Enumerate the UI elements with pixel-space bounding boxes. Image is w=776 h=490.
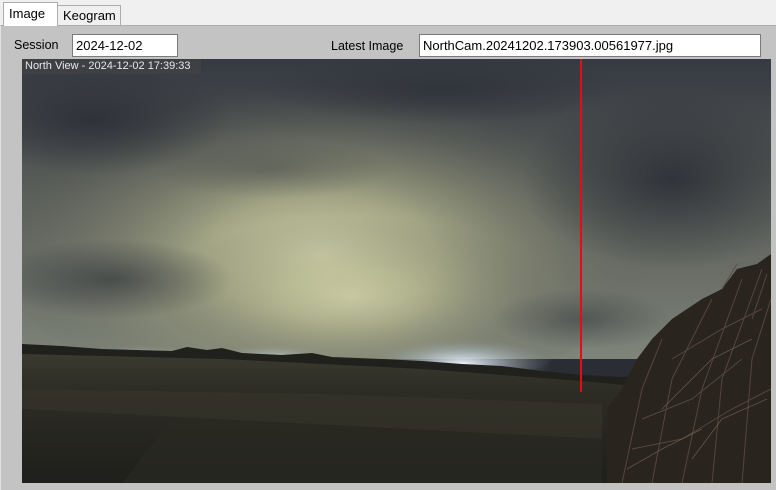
tab-image[interactable]: Image: [3, 2, 58, 26]
camera-image-view[interactable]: North View - 2024-12-02 17:39:33: [22, 59, 771, 483]
session-label: Session: [14, 38, 59, 52]
image-view-bottom-margin: [1, 483, 776, 490]
latest-image-field[interactable]: NorthCam.20241202.173903.00561977.jpg: [419, 34, 761, 57]
tab-strip: Image Keogram: [0, 0, 776, 26]
keogram-marker-line[interactable]: [580, 59, 582, 392]
latest-image-label: Latest Image: [331, 39, 404, 53]
image-view-right-margin: [771, 59, 776, 483]
allsky-viewer-window: Image Keogram Session 2024-12-02 Latest …: [0, 0, 776, 490]
image-tab-page: Session 2024-12-02 Latest Image NorthCam…: [0, 25, 776, 490]
tab-keogram[interactable]: Keogram: [57, 5, 121, 25]
night-sky-camera-image: [22, 59, 771, 483]
image-overlay-title: North View - 2024-12-02 17:39:33: [22, 59, 201, 74]
session-field[interactable]: 2024-12-02: [72, 34, 178, 57]
